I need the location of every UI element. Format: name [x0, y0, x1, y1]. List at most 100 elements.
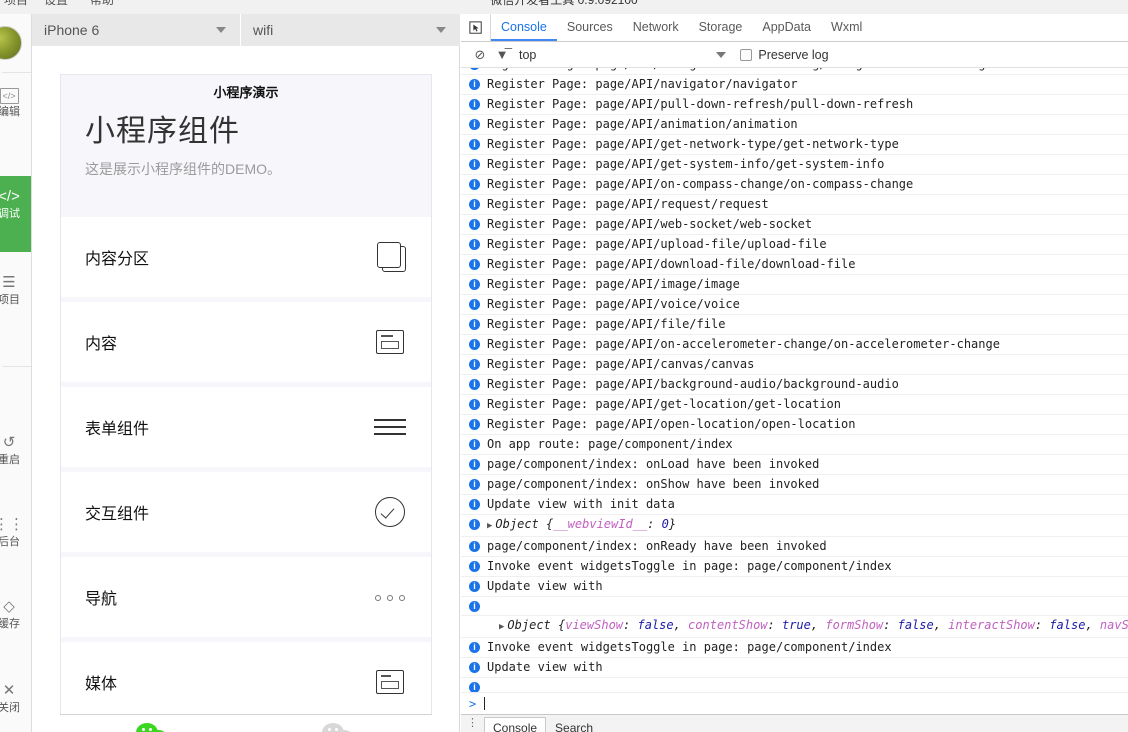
hero-section: 小程序组件 这是展示小程序组件的DEMO。: [61, 111, 431, 209]
console-prompt[interactable]: >: [461, 692, 1128, 714]
preserve-log-checkbox[interactable]: [740, 48, 753, 61]
panel-icon: [373, 325, 407, 359]
console-row-object: ▶ Object {viewShow: false, contentShow: t…: [461, 616, 1128, 638]
info-icon: i: [469, 139, 480, 150]
info-icon: i: [469, 682, 480, 692]
console-context-select[interactable]: top: [519, 48, 536, 62]
sidebar-item-label: 重启: [0, 454, 20, 466]
sidebar-item-label: 后台: [0, 536, 20, 548]
info-icon: i: [469, 359, 480, 370]
object-key: interactShow: [948, 618, 1035, 632]
list-item[interactable]: 媒体: [61, 642, 431, 722]
tab-wxml[interactable]: Wxml: [821, 14, 872, 41]
expand-arrow-icon[interactable]: ▶: [499, 622, 504, 632]
list-item[interactable]: 表单组件: [61, 387, 431, 467]
console-message: page/component/index: onShow have been i…: [487, 477, 820, 491]
tab-sources[interactable]: Sources: [557, 14, 623, 41]
menu-item-help[interactable]: 帮助: [90, 0, 114, 8]
console-message: page/component/index: onReady have been …: [487, 539, 827, 553]
console-row-object: i ▶ Object {__webviewId__: 0}: [461, 515, 1128, 537]
console-row-log: i Register Page: page/API/get-location/ge…: [461, 395, 1128, 415]
tab-console[interactable]: Console: [491, 14, 557, 41]
simulator-toolbar: iPhone 6 wifi: [32, 14, 460, 46]
console-row-log: i Register Page: page/API/image/image: [461, 275, 1128, 295]
info-icon: i: [469, 479, 480, 490]
console-message: Register Page: page/API/request/request: [487, 197, 769, 211]
network-select[interactable]: wifi: [241, 14, 460, 46]
object-label: Object {: [495, 517, 554, 531]
info-icon: i: [469, 499, 480, 510]
console-row-blank: i: [461, 597, 1128, 616]
console-output[interactable]: i Register Page: page/API/navigation-bar-…: [461, 68, 1128, 692]
console-message: Register Page: page/API/get-network-type…: [487, 137, 899, 151]
sidebar-item-backend[interactable]: ⋮⋮ 后台: [0, 514, 31, 549]
phone-viewport: 小程序演示 小程序组件 这是展示小程序组件的DEMO。 内容分区 内容 表单组件: [60, 74, 432, 732]
console-row-log: i Update view with: [461, 658, 1128, 678]
object-label: Object {: [507, 618, 566, 632]
console-message: Update view with: [487, 660, 603, 674]
funnel-icon[interactable]: ▼̅: [491, 47, 513, 62]
list-item[interactable]: 内容: [61, 302, 431, 382]
console-message: Register Page: page/API/on-compass-chang…: [487, 177, 914, 191]
sidebar-item-label: 关闭: [0, 702, 20, 714]
simulator-panel: iPhone 6 wifi 小程序演示 小程序组件 这是展示小程序组件的DEMO…: [32, 14, 460, 732]
console-message: Register Page: page/API/voice/voice: [487, 297, 740, 311]
hero-subtitle: 这是展示小程序组件的DEMO。: [85, 161, 281, 177]
cursor-square-icon: [468, 20, 482, 34]
layers-icon: ◇: [3, 598, 15, 615]
sidebar-item-debug[interactable]: </> 调试: [0, 176, 31, 252]
network-select-value: wifi: [253, 22, 274, 38]
info-icon: i: [469, 319, 480, 330]
avatar[interactable]: [0, 26, 22, 60]
sidebar-item-edit[interactable]: </> 编辑: [0, 84, 31, 119]
tab-api[interactable]: [246, 715, 432, 732]
object-value: true: [781, 618, 811, 632]
list-item[interactable]: 内容分区: [61, 217, 431, 297]
tab-component[interactable]: [60, 715, 246, 732]
sidebar-item-project[interactable]: ☰ 项目: [0, 272, 31, 307]
chevron-down-icon[interactable]: [716, 51, 727, 58]
sidebar-item-close[interactable]: ✕ 关闭: [0, 680, 31, 715]
switch-icon: ⋮⋮: [0, 516, 24, 533]
drawer-tab-search[interactable]: Search: [546, 717, 603, 732]
tab-storage[interactable]: Storage: [689, 14, 753, 41]
console-message: Register Page: page/API/file/file: [487, 317, 726, 331]
tab-network[interactable]: Network: [623, 14, 689, 41]
list-item[interactable]: 导航: [61, 557, 431, 637]
object-value: false: [897, 618, 934, 632]
chevron-down-icon: [436, 27, 446, 33]
drawer-tab-console[interactable]: Console: [484, 717, 547, 732]
expand-arrow-icon[interactable]: ▶: [487, 521, 492, 531]
page-title: 小程序演示: [213, 85, 279, 100]
preserve-log-toggle[interactable]: Preserve log: [740, 48, 829, 62]
info-icon: i: [469, 79, 480, 90]
tab-appdata[interactable]: AppData: [752, 14, 821, 41]
list-item-label: 交互组件: [85, 506, 150, 523]
drawer-menu-icon[interactable]: ⋮: [467, 715, 484, 731]
info-icon: i: [469, 439, 480, 450]
menu-item-project[interactable]: 项目: [4, 0, 28, 8]
sidebar-item-cache[interactable]: ◇ 缓存: [0, 596, 31, 631]
info-icon: i: [469, 179, 480, 190]
phone-tab-bar: [60, 714, 432, 732]
list-item[interactable]: 交互组件: [61, 472, 431, 552]
console-message: Register Page: page/API/background-audio…: [487, 377, 899, 391]
info-icon: i: [469, 459, 480, 470]
three-lines-icon: [373, 410, 407, 444]
console-message: Register Page: page/API/canvas/canvas: [487, 357, 755, 371]
info-icon: i: [469, 561, 480, 572]
sidebar-item-restart[interactable]: ↺ 重启: [0, 432, 31, 467]
object-value: false: [637, 618, 674, 632]
clear-console-icon[interactable]: ⊘: [469, 47, 491, 63]
chevron-down-icon: [216, 27, 226, 33]
inspect-element-icon[interactable]: [461, 14, 491, 41]
menu-item-file[interactable]: 设置: [44, 0, 68, 8]
console-filter-bar: ⊘ ▼̅ top Preserve log: [461, 42, 1128, 68]
device-select[interactable]: iPhone 6: [32, 14, 241, 46]
console-row-log: i Register Page: page/API/on-compass-chan…: [461, 175, 1128, 195]
info-icon: i: [469, 419, 480, 430]
component-list: 内容分区 内容 表单组件 交互组件 导航 媒体: [61, 217, 431, 722]
hero-heading: 小程序组件: [85, 115, 240, 148]
text-cursor: [484, 697, 486, 710]
info-icon: i: [469, 68, 480, 70]
